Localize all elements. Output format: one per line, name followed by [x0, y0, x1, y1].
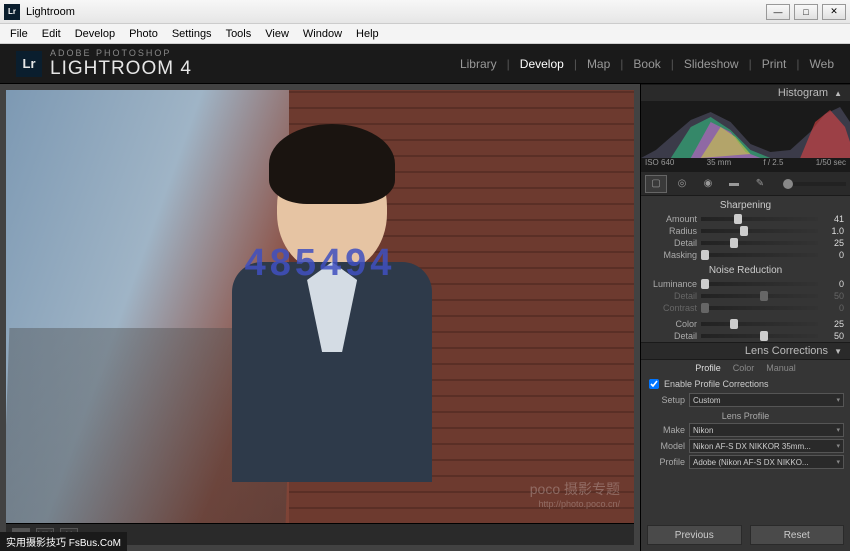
lens-model-combo[interactable]: Nikon AF-S DX NIKKOR 35mm...▾	[689, 439, 844, 453]
hist-iso: ISO 640	[645, 158, 674, 172]
hist-focal: 35 mm	[707, 158, 731, 172]
lens-header[interactable]: Lens Corrections ▼	[641, 342, 850, 360]
menu-file[interactable]: File	[4, 26, 34, 42]
watermark: poco 摄影专题 http://photo.poco.cn/	[530, 479, 620, 509]
module-slideshow[interactable]: Slideshow	[684, 57, 739, 71]
sharpening-radius-slider[interactable]	[701, 229, 818, 233]
hist-shutter: 1/50 sec	[816, 158, 846, 172]
menu-develop[interactable]: Develop	[69, 26, 121, 42]
logo-subtitle: ADOBE PHOTOSHOP	[50, 48, 192, 58]
tool-strip: ▢ ◎ ◉ ▬ ✎	[641, 172, 850, 196]
spot-tool-icon[interactable]: ◎	[671, 175, 693, 193]
footer-tag: 实用摄影技巧 FsBus.CoM	[0, 532, 127, 551]
photo-preview[interactable]: 485494 poco 摄影专题 http://photo.poco.cn/	[6, 90, 634, 523]
tool-slider[interactable]	[783, 182, 846, 186]
menu-window[interactable]: Window	[297, 26, 348, 42]
lens-make-combo[interactable]: Nikon▾	[689, 423, 844, 437]
module-map[interactable]: Map	[587, 57, 610, 71]
noise-cdetail-slider[interactable]	[701, 334, 818, 338]
reset-button[interactable]: Reset	[750, 525, 845, 545]
hist-aperture: f / 2.5	[763, 158, 783, 172]
sharpening-amount-slider[interactable]	[701, 217, 818, 221]
sharpening-detail-slider[interactable]	[701, 241, 818, 245]
crop-tool-icon[interactable]: ▢	[645, 175, 667, 193]
menu-view[interactable]: View	[259, 26, 295, 42]
module-develop[interactable]: Develop	[520, 57, 564, 71]
right-panel: Histogram ▲ ISO 640 35 mm f / 2.5 1/50 s…	[640, 84, 850, 551]
overlay-text: 485494	[245, 242, 396, 285]
lens-tab-profile[interactable]: Profile	[695, 363, 721, 373]
menu-settings[interactable]: Settings	[166, 26, 218, 42]
lens-profile-combo[interactable]: Adobe (Nikon AF-S DX NIKKO...▾	[689, 455, 844, 469]
lens-profile-title: Lens Profile	[641, 408, 850, 422]
sharpening-title: Sharpening	[641, 196, 850, 213]
minimize-button[interactable]: —	[766, 4, 790, 20]
lens-setup-combo[interactable]: Custom▾	[689, 393, 844, 407]
module-print[interactable]: Print	[762, 57, 787, 71]
window-title: Lightroom	[26, 6, 75, 18]
menu-edit[interactable]: Edit	[36, 26, 67, 42]
noise-contrast-slider[interactable]	[701, 306, 818, 310]
lens-tab-color[interactable]: Color	[733, 363, 755, 373]
module-web[interactable]: Web	[810, 57, 834, 71]
sharpening-masking-slider[interactable]	[701, 253, 818, 257]
app-header: Lr ADOBE PHOTOSHOP LIGHTROOM 4 Library| …	[0, 44, 850, 84]
titlebar: Lr Lightroom — □ ✕	[0, 0, 850, 24]
noise-luminance-slider[interactable]	[701, 282, 818, 286]
enable-profile-checkbox[interactable]	[649, 379, 659, 389]
menubar: File Edit Develop Photo Settings Tools V…	[0, 24, 850, 44]
histogram[interactable]: ISO 640 35 mm f / 2.5 1/50 sec	[641, 102, 850, 172]
lens-tab-manual[interactable]: Manual	[766, 363, 796, 373]
logo-badge: Lr	[16, 51, 42, 77]
noise-color-slider[interactable]	[701, 322, 818, 326]
close-button[interactable]: ✕	[822, 4, 846, 20]
histogram-header[interactable]: Histogram ▲	[641, 84, 850, 102]
noise-detail-slider[interactable]	[701, 294, 818, 298]
noise-title: Noise Reduction	[641, 261, 850, 278]
menu-tools[interactable]: Tools	[220, 26, 258, 42]
app-icon: Lr	[4, 4, 20, 20]
logo-title: LIGHTROOM 4	[50, 58, 192, 80]
maximize-button[interactable]: □	[794, 4, 818, 20]
brush-tool-icon[interactable]: ✎	[749, 175, 771, 193]
redeye-tool-icon[interactable]: ◉	[697, 175, 719, 193]
module-book[interactable]: Book	[633, 57, 660, 71]
gradient-tool-icon[interactable]: ▬	[723, 175, 745, 193]
module-library[interactable]: Library	[460, 57, 497, 71]
previous-button[interactable]: Previous	[647, 525, 742, 545]
menu-photo[interactable]: Photo	[123, 26, 164, 42]
module-picker: Library| Develop| Map| Book| Slideshow| …	[460, 57, 834, 71]
menu-help[interactable]: Help	[350, 26, 385, 42]
